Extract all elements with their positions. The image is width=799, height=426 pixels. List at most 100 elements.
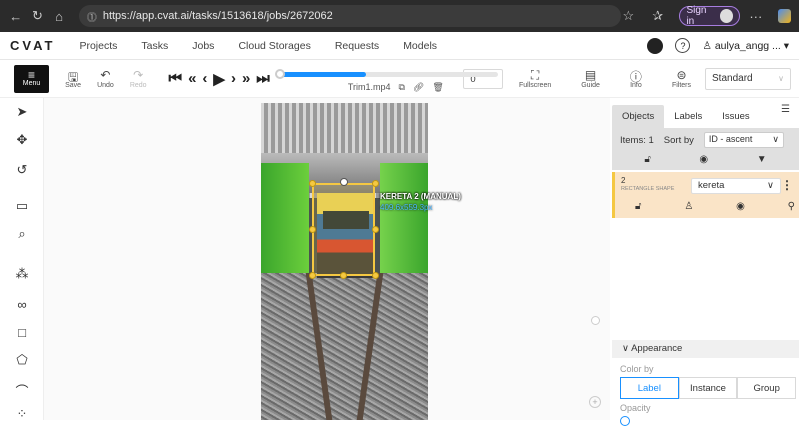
- menu-label: Menu: [22, 80, 41, 87]
- cursor-tool-icon[interactable]: ➤: [0, 102, 44, 122]
- filename: Trim1.mp4: [347, 81, 391, 92]
- sort-label: Sort by: [663, 134, 694, 146]
- collapse-sidebar-icon[interactable]: ☰: [781, 104, 795, 118]
- undo-button[interactable]: ↶ Undo: [97, 68, 114, 89]
- extension-icon[interactable]: [777, 9, 791, 23]
- help-icon[interactable]: ?: [675, 38, 691, 53]
- link-icon[interactable]: 🔗︎: [413, 82, 424, 93]
- show-all-icon[interactable]: ◉: [699, 154, 708, 165]
- opacity-label: Opacity: [620, 403, 651, 413]
- prev-frame-icon[interactable]: ‹: [202, 70, 207, 87]
- url-text: https://app.cvat.ai/tasks/1513618/jobs/2…: [102, 10, 333, 22]
- github-icon[interactable]: [647, 37, 664, 54]
- box-handle[interactable]: [372, 180, 379, 187]
- home-icon[interactable]: ⌂: [51, 8, 67, 24]
- appearance-label: Appearance: [631, 343, 683, 354]
- filters-icon: ⊜: [676, 68, 687, 82]
- next-frame-icon[interactable]: ›: [231, 70, 236, 87]
- cvat-logo[interactable]: CVAT: [10, 38, 55, 53]
- sort-select[interactable]: ID - ascent ∨: [703, 132, 784, 148]
- delete-frame-icon[interactable]: 🗑︎: [432, 82, 443, 93]
- first-frame-icon[interactable]: ⏮: [169, 70, 183, 87]
- polygon-tool-icon[interactable]: ⬠: [0, 350, 44, 370]
- frame-slider[interactable]: [274, 68, 498, 79]
- back-icon[interactable]: ←: [8, 8, 24, 24]
- bounding-box[interactable]: [312, 183, 375, 276]
- annotation-toolbar: ≡ Menu 🖫 Save ↶ Undo ↷ Redo ⏮ « ‹ ▶ › » …: [0, 60, 799, 98]
- opacity-slider-handle[interactable]: [620, 416, 630, 426]
- back-step-icon[interactable]: «: [188, 70, 196, 87]
- expand-all-icon[interactable]: ▼: [757, 154, 767, 165]
- redo-icon: ↷: [133, 68, 144, 82]
- nav-projects[interactable]: Projects: [79, 40, 117, 52]
- color-by-label-option[interactable]: Label: [620, 377, 679, 399]
- redo-button[interactable]: ↷ Redo: [130, 68, 147, 89]
- redo-label: Redo: [129, 82, 147, 89]
- object-item[interactable]: 2 RECTANGLE SHAPE kereta ∨ ⋮ 🔓︎ ♙ ◉ ⚲: [612, 172, 799, 218]
- box-handle[interactable]: [372, 272, 379, 279]
- tab-issues[interactable]: Issues: [712, 105, 759, 128]
- box-handle[interactable]: [309, 272, 316, 279]
- copy-icon[interactable]: ⧉: [398, 82, 404, 93]
- top-navigation: CVAT Projects Tasks Jobs Cloud Storages …: [0, 32, 799, 60]
- color-by-group-option[interactable]: Group: [737, 377, 797, 399]
- visibility-icon[interactable]: ◉: [736, 201, 745, 212]
- right-wall: [380, 163, 428, 283]
- move-tool-icon[interactable]: ✥: [0, 130, 44, 150]
- chevron-down-icon: ∨: [772, 134, 779, 144]
- annotation-canvas[interactable]: KERETA 2 (MANUAL) 409.6x559.3px +: [44, 98, 610, 420]
- filters-button[interactable]: ⊜ Filters: [672, 68, 691, 89]
- pin-icon[interactable]: ⚲: [788, 201, 795, 212]
- ai-tools-icon[interactable]: ∞: [0, 294, 44, 314]
- more-icon[interactable]: ···: [748, 8, 763, 24]
- box-handle[interactable]: [309, 180, 316, 187]
- nav-jobs[interactable]: Jobs: [192, 40, 214, 52]
- controls-sidebar: ➤ ✥ ↺ ▭ ⌕ ⁂ ∞ □ ⬠ ⌒ ⁘: [0, 98, 44, 421]
- object-label-select[interactable]: kereta ∨: [691, 178, 781, 194]
- fit-image-icon[interactable]: ▭: [0, 196, 44, 216]
- rectangle-tool-icon[interactable]: □: [0, 322, 44, 342]
- nav-requests[interactable]: Requests: [335, 40, 379, 52]
- favorites-icon[interactable]: ✰: [650, 8, 665, 24]
- box-handle[interactable]: [309, 226, 316, 233]
- reload-icon[interactable]: ↻: [30, 8, 46, 24]
- box-handle[interactable]: [372, 226, 379, 233]
- lock-icon[interactable]: 🔓︎: [635, 201, 641, 212]
- pin-user-icon[interactable]: ♙: [684, 201, 693, 212]
- lock-all-icon[interactable]: 🔓︎: [644, 154, 650, 165]
- browser-sign-in-button[interactable]: Sign in: [679, 5, 741, 27]
- last-frame-icon[interactable]: ⏭: [256, 70, 270, 87]
- frame-slider-handle[interactable]: [274, 68, 285, 79]
- nav-tasks[interactable]: Tasks: [141, 40, 168, 52]
- nav-models[interactable]: Models: [403, 40, 437, 52]
- site-info-icon[interactable]: ⓵: [87, 9, 97, 24]
- tab-labels[interactable]: Labels: [664, 105, 712, 128]
- zoom-region-icon[interactable]: ⌕: [0, 224, 44, 244]
- info-button[interactable]: ⓘ Info: [630, 68, 642, 89]
- left-wall: [261, 163, 309, 283]
- user-menu[interactable]: ♙ aulya_angg ... ▾: [702, 40, 789, 52]
- color-by-label: Color by: [620, 364, 654, 374]
- box-handle[interactable]: [340, 272, 347, 279]
- polyline-tool-icon[interactable]: ⌒: [0, 380, 44, 400]
- workspace-select[interactable]: Standard ∨: [705, 67, 791, 90]
- address-bar[interactable]: ⓵ https://app.cvat.ai/tasks/1513618/jobs…: [78, 5, 621, 27]
- forward-step-icon[interactable]: »: [242, 70, 250, 87]
- save-button[interactable]: 🖫 Save: [65, 68, 81, 89]
- color-by-instance-option[interactable]: Instance: [678, 377, 738, 399]
- guide-button[interactable]: ▤ Guide: [581, 68, 600, 89]
- object-menu-icon[interactable]: ⋮: [781, 178, 793, 192]
- fullscreen-button[interactable]: ⛶ Fullscreen: [519, 68, 551, 89]
- appearance-header[interactable]: ∨ Appearance: [612, 340, 799, 358]
- points-tool-icon[interactable]: ⁘: [0, 404, 44, 424]
- tab-objects[interactable]: Objects: [612, 105, 665, 128]
- rotation-handle[interactable]: [340, 178, 348, 186]
- zoom-slider-handle[interactable]: [591, 316, 600, 325]
- nav-cloud-storages[interactable]: Cloud Storages: [238, 40, 310, 52]
- favorite-star-icon[interactable]: ☆: [621, 8, 636, 24]
- menu-button[interactable]: ≡ Menu: [14, 64, 50, 93]
- play-icon[interactable]: ▶: [213, 70, 225, 88]
- magic-wand-icon[interactable]: ⁂: [0, 264, 44, 284]
- zoom-in-icon[interactable]: +: [589, 396, 601, 408]
- rotate-tool-icon[interactable]: ↺: [0, 160, 44, 180]
